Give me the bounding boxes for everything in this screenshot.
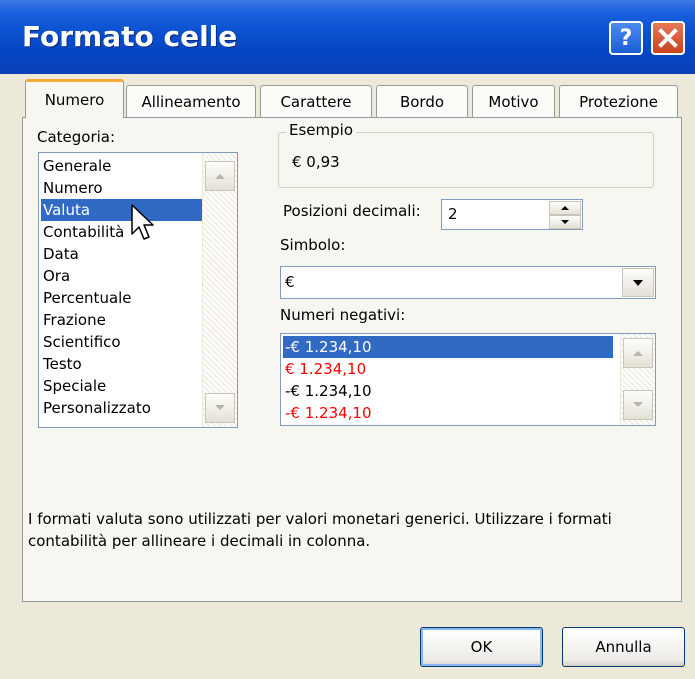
symbol-label: Simbolo: xyxy=(280,236,346,254)
category-description: I formati valuta sono utilizzati per val… xyxy=(28,510,612,550)
category-label: Categoria: xyxy=(37,128,116,146)
list-item[interactable]: Scientifico xyxy=(41,331,121,353)
scroll-up-button[interactable] xyxy=(205,161,235,191)
list-item[interactable]: Numero xyxy=(41,177,103,199)
decimals-increment-button[interactable] xyxy=(549,201,581,215)
arrow-down-icon xyxy=(633,402,643,407)
decimals-value[interactable]: 2 xyxy=(448,205,458,223)
example-value: € 0,93 xyxy=(292,153,340,171)
tab-bordo[interactable]: Bordo xyxy=(376,85,468,118)
list-item[interactable]: Speciale xyxy=(41,375,106,397)
list-item[interactable]: Frazione xyxy=(41,309,106,331)
tab-label: Carattere xyxy=(280,93,352,111)
title-bar[interactable]: Formato celle ? xyxy=(0,0,695,74)
symbol-value: € xyxy=(285,273,295,291)
tab-allineamento[interactable]: Allineamento xyxy=(126,85,256,118)
negatives-list[interactable]: -€ 1.234,10 € 1.234,10 -€ 1.234,10 -€ 1.… xyxy=(280,333,656,426)
scroll-down-button[interactable] xyxy=(205,393,235,423)
help-button[interactable]: ? xyxy=(609,21,643,55)
list-item[interactable]: Data xyxy=(41,243,79,265)
list-item[interactable]: Testo xyxy=(41,353,82,375)
tab-label: Bordo xyxy=(399,93,445,111)
tab-carattere[interactable]: Carattere xyxy=(260,85,372,118)
tab-protezione[interactable]: Protezione xyxy=(559,85,678,118)
tab-label: Motivo xyxy=(488,93,539,111)
category-scrollbar[interactable] xyxy=(202,153,237,427)
category-list[interactable]: Generale Numero Valuta Contabilità Data … xyxy=(38,152,238,428)
arrow-up-icon xyxy=(633,351,643,356)
list-item[interactable]: € 1.234,10 xyxy=(283,358,366,380)
scroll-down-button[interactable] xyxy=(623,390,653,420)
example-legend: Esempio xyxy=(286,121,356,139)
list-item-selected[interactable]: -€ 1.234,10 xyxy=(283,336,613,358)
symbol-select[interactable]: € xyxy=(280,266,656,299)
negatives-label: Numeri negativi: xyxy=(280,306,406,324)
arrow-up-icon xyxy=(561,206,569,210)
tab-label: Protezione xyxy=(579,93,658,111)
list-item[interactable]: Contabilità xyxy=(41,221,124,243)
arrow-up-icon xyxy=(215,174,225,179)
list-item[interactable]: Ora xyxy=(41,265,70,287)
tab-label: Allineamento xyxy=(141,93,241,111)
list-item[interactable]: Personalizzato xyxy=(41,397,151,419)
close-icon xyxy=(658,28,678,48)
tab-numero[interactable]: Numero xyxy=(25,79,124,118)
decimals-decrement-button[interactable] xyxy=(549,215,581,229)
cancel-button[interactable]: Annulla xyxy=(562,627,685,667)
list-item[interactable]: -€ 1.234,10 xyxy=(283,402,372,424)
close-button[interactable] xyxy=(651,21,685,55)
mouse-pointer-icon xyxy=(131,204,154,240)
list-item-selected[interactable]: Valuta xyxy=(41,199,205,221)
dialog-title: Formato celle xyxy=(22,20,238,53)
tab-motivo[interactable]: Motivo xyxy=(472,85,555,118)
format-cells-dialog: Formato celle ? Numero Allineamento Cara… xyxy=(0,0,695,679)
list-item[interactable]: Percentuale xyxy=(41,287,132,309)
arrow-down-icon xyxy=(215,405,225,410)
list-item[interactable]: -€ 1.234,10 xyxy=(283,380,372,402)
ok-button[interactable]: OK xyxy=(420,627,543,667)
decimals-label: Posizioni decimali: xyxy=(283,202,421,220)
tab-label: Numero xyxy=(44,91,105,109)
scroll-up-button[interactable] xyxy=(623,338,653,368)
symbol-dropdown-button[interactable] xyxy=(622,268,654,297)
list-item[interactable]: Generale xyxy=(41,155,111,177)
arrow-down-icon xyxy=(561,220,569,224)
decimals-stepper[interactable]: 2 xyxy=(441,199,583,230)
help-icon: ? xyxy=(619,25,633,51)
negatives-scrollbar[interactable] xyxy=(620,334,655,425)
chevron-down-icon xyxy=(633,279,643,286)
